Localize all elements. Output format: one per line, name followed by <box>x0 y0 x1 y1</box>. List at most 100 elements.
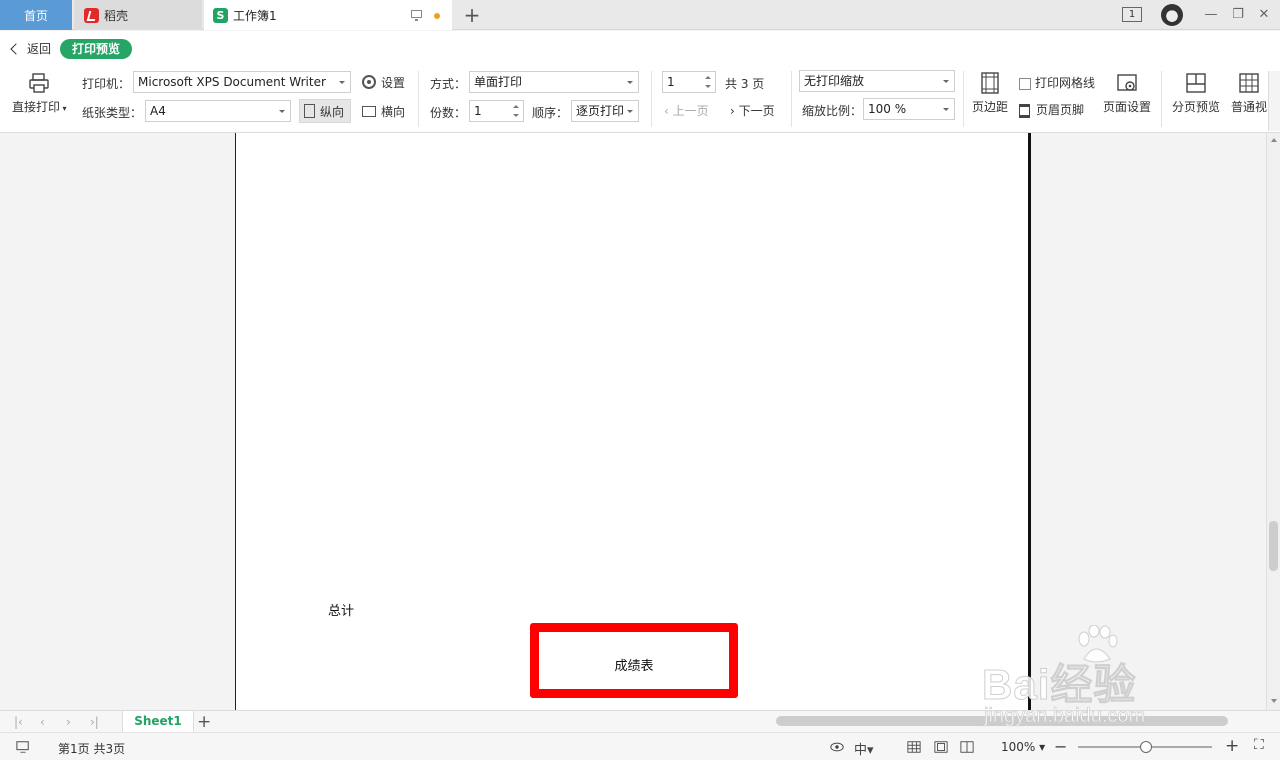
margins-icon <box>979 72 1001 94</box>
printer-label: 打印机： <box>82 77 131 91</box>
header-footer-icon <box>1019 103 1030 118</box>
avatar[interactable] <box>1161 4 1183 26</box>
total-pages-label: 共 3 页 <box>725 77 765 91</box>
paper-value: A4 <box>150 104 166 118</box>
mode-select[interactable]: 单面打印 <box>469 71 639 93</box>
prev-page-button[interactable]: ‹ 上一页 <box>664 102 709 119</box>
status-bar: 第1页 共3页 中▾ 100% ▾ − + ⛶ <box>0 732 1280 760</box>
close-button[interactable]: ✕ <box>1255 6 1273 24</box>
tab-workbook-label: 工作簿1 <box>233 8 277 23</box>
vertical-scrollbar[interactable] <box>1266 133 1280 710</box>
monitor-icon[interactable] <box>411 10 422 21</box>
mode-value: 单面打印 <box>474 75 523 89</box>
separator <box>963 71 964 127</box>
next-sheet-icon[interactable]: › <box>66 715 71 729</box>
toolbar-scroll[interactable] <box>1268 71 1280 131</box>
window-count-badge[interactable]: 1 <box>1122 7 1142 22</box>
back-button[interactable]: 返回 <box>10 40 51 57</box>
minimize-button[interactable]: — <box>1202 6 1220 24</box>
paper-label: 纸张类型： <box>82 106 143 120</box>
page-break-preview-label: 分页预览 <box>1172 100 1221 114</box>
paper-select[interactable]: A4 <box>145 100 291 122</box>
scale-value: 100 % <box>868 102 907 116</box>
decrement-icon[interactable] <box>513 114 519 117</box>
macro-icon[interactable] <box>16 740 30 754</box>
title-cell: 成绩表 <box>614 659 654 674</box>
horizontal-scrollbar[interactable] <box>760 714 1240 728</box>
printer-settings-button[interactable]: 设置 <box>358 70 409 94</box>
scroll-up-icon[interactable] <box>1271 138 1277 142</box>
header-footer-button[interactable]: 页眉页脚 <box>1019 101 1084 118</box>
spreadsheet-logo-icon: S <box>213 7 228 23</box>
zoom-out-icon[interactable]: − <box>1054 737 1067 756</box>
zoom-in-icon[interactable]: + <box>1225 736 1239 756</box>
scroll-down-icon[interactable] <box>1271 699 1277 703</box>
tab-daoke[interactable]: 稻壳 <box>74 0 202 30</box>
page-layout-icon[interactable] <box>934 740 948 754</box>
next-page-label: 下一页 <box>738 104 775 118</box>
reading-view-icon[interactable] <box>960 740 974 754</box>
direct-print-label: 直接打印 <box>12 100 61 114</box>
decrement-icon[interactable] <box>705 85 711 88</box>
zoom-slider-knob[interactable] <box>1140 741 1152 753</box>
page-break-preview-button[interactable]: 分页预览 <box>1172 72 1220 115</box>
prev-sheet-icon[interactable]: ‹ <box>40 715 45 729</box>
page-setup-button[interactable]: 页面设置 <box>1103 72 1151 115</box>
scroll-thumb[interactable] <box>776 716 1228 726</box>
tab-home-label: 首页 <box>23 8 48 23</box>
scale-label: 缩放比例： <box>802 104 863 118</box>
fullscreen-icon[interactable]: ⛶ <box>1254 737 1264 753</box>
preview-canvas: 总计 成绩表 <box>0 133 1266 710</box>
chevron-left-icon <box>10 42 22 55</box>
normal-view-button[interactable]: 普通视 <box>1231 72 1267 115</box>
portrait-label: 纵向 <box>320 104 345 119</box>
page-number-stepper[interactable]: 1 <box>662 71 716 93</box>
page-setup-label: 页面设置 <box>1103 100 1152 114</box>
input-method-icon[interactable]: 中▾ <box>854 739 874 758</box>
add-sheet-button[interactable]: + <box>197 712 211 732</box>
chevron-down-icon <box>627 81 633 84</box>
printer-icon <box>28 72 50 94</box>
tab-home[interactable]: 首页 <box>0 0 72 30</box>
increment-icon[interactable] <box>513 105 519 108</box>
tab-workbook[interactable]: S 工作簿1 <box>204 0 452 30</box>
portrait-page-icon <box>304 104 315 118</box>
page-status: 第1页 共3页 <box>58 742 126 756</box>
restore-button[interactable]: ❐ <box>1229 6 1247 24</box>
zoom-level[interactable]: 100% ▾ <box>1001 740 1045 754</box>
chevron-down-icon <box>943 80 949 83</box>
scale-mode-value: 无打印缩放 <box>804 74 865 88</box>
first-sheet-icon[interactable]: |‹ <box>14 715 23 729</box>
prev-page-label: 上一页 <box>672 104 709 118</box>
landscape-label: 横向 <box>381 104 406 119</box>
new-tab-button[interactable]: + <box>462 5 482 25</box>
separator <box>418 71 419 127</box>
copies-stepper[interactable]: 1 <box>469 100 524 122</box>
scale-mode-select[interactable]: 无打印缩放 <box>799 70 955 92</box>
tab-bar: 首页 稻壳 S 工作簿1 + 1 — ❐ ✕ <box>0 0 1280 30</box>
last-sheet-icon[interactable]: ›| <box>90 715 99 729</box>
page-number-value: 1 <box>667 75 675 89</box>
scale-select[interactable]: 100 % <box>863 98 955 120</box>
order-label: 顺序： <box>532 106 569 120</box>
total-cell: 总计 <box>328 604 355 619</box>
eye-protection-icon[interactable] <box>830 740 844 754</box>
chevron-left-icon: ‹ <box>664 104 673 118</box>
print-gridlines-checkbox[interactable]: 打印网格线 <box>1019 74 1095 91</box>
margins-button[interactable]: 页边距 <box>972 72 1008 115</box>
print-gridlines-label: 打印网格线 <box>1035 76 1096 90</box>
separator <box>791 71 792 127</box>
gear-icon <box>362 75 376 89</box>
daoke-logo-icon <box>84 7 99 23</box>
next-page-button[interactable]: › 下一页 <box>730 102 775 119</box>
scroll-thumb[interactable] <box>1269 521 1278 571</box>
order-select[interactable]: 逐页打印 <box>571 100 639 122</box>
portrait-button[interactable]: 纵向 <box>299 99 351 123</box>
normal-view-icon[interactable] <box>907 740 921 754</box>
direct-print-button[interactable]: 直接打印 ▾ <box>12 72 67 115</box>
printer-select[interactable]: Microsoft XPS Document Writer <box>133 71 351 93</box>
landscape-button[interactable]: 横向 <box>358 99 409 123</box>
increment-icon[interactable] <box>705 76 711 79</box>
page-setup-icon <box>1116 72 1138 94</box>
sheet-tab-sheet1[interactable]: Sheet1 <box>122 711 194 733</box>
